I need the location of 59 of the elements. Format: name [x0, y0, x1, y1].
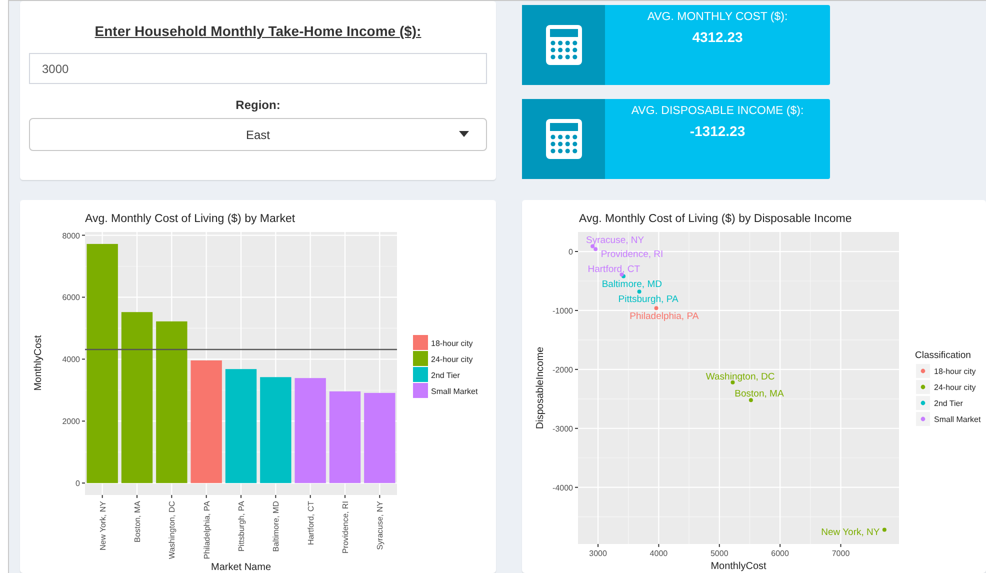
point-label: Philadelphia, PA — [630, 311, 699, 322]
info-value: -1312.23 — [690, 123, 746, 139]
axis-tick-label: 2000 — [62, 417, 80, 426]
axis-tick-label: 7000 — [832, 549, 850, 558]
legend-label: 18-hour city — [431, 339, 473, 348]
axis-tick-label: 0 — [76, 479, 80, 488]
axis-title: MonthlyCost — [710, 561, 766, 572]
legend-label: 18-hour city — [934, 367, 976, 376]
point-label: New York, NY — [821, 526, 880, 538]
info-value: 4312.23 — [692, 29, 743, 45]
point-label: Providence, RI — [600, 249, 664, 260]
info-title: AVG. MONTHLY COST ($): — [647, 11, 788, 23]
legend-label: 24-hour city — [431, 355, 473, 364]
info-title: AVG. DISPOSABLE INCOME ($): — [631, 105, 804, 117]
axis-tick-label: -2000 — [552, 365, 573, 374]
point-label: Pittsburgh, PA — [618, 294, 678, 306]
calculator-icon — [544, 118, 582, 160]
axis-tick-label: Boston, MA — [133, 501, 142, 542]
point-label: Washington, DC — [706, 371, 775, 382]
axis-tick-label: Washington, DC — [168, 501, 177, 559]
legend-label: 2nd Tier — [431, 371, 460, 380]
axis-tick-label: Hartford, CT — [306, 501, 316, 546]
axis-tick-label: -1000 — [552, 306, 573, 316]
axis-tick-label: Philadelphia, PA — [202, 501, 212, 560]
caret-icon — [459, 131, 469, 137]
income-input-field[interactable]: 3000 — [29, 53, 487, 84]
point-label: Baltimore, MD — [602, 279, 662, 290]
income-heading: Enter Household Monthly Take-Home Income ($): — [94, 23, 422, 39]
axis-tick-label: Providence, RI — [341, 501, 350, 554]
axis-tick-label: 6000 — [771, 549, 789, 558]
axis-tick-label: New York, NY — [98, 501, 108, 550]
legend-label: Small Market — [934, 415, 981, 424]
axis-tick-label: Pittsburgh, PA — [237, 501, 246, 552]
region-label: Region: — [234, 98, 282, 112]
legend-label: 2nd Tier — [934, 399, 963, 408]
legend-label: Small Market — [431, 387, 478, 396]
axis-tick-label: -4000 — [552, 483, 573, 492]
axis-tick-label: 5000 — [710, 549, 728, 558]
axis-tick-label: Baltimore, MD — [272, 501, 281, 552]
axis-tick-label: Syracuse, NY — [376, 501, 385, 550]
point-label: Hartford, CT — [588, 264, 640, 276]
chart-title: Avg. Monthly Cost of Living ($) by Market — [85, 213, 296, 225]
point-label: Syracuse, NY — [586, 235, 644, 246]
legend-label: 24-hour city — [934, 383, 976, 392]
axis-title: Market Name — [211, 562, 271, 573]
legend-title: Classification — [915, 350, 971, 361]
axis-tick-label: 6000 — [62, 293, 80, 302]
axis-tick-label: 3000 — [589, 549, 607, 558]
axis-tick-label: 8000 — [62, 231, 80, 240]
point-label: Boston, MA — [734, 388, 784, 400]
axis-title: DisposableIncome — [535, 346, 546, 430]
axis-tick-label: -3000 — [552, 424, 573, 434]
axis-tick-label: 4000 — [62, 355, 80, 364]
chart-title: Avg. Monthly Cost of Living ($) by Disposable Income — [579, 213, 852, 225]
axis-tick-label: 0 — [568, 248, 573, 257]
axis-tick-label: 4000 — [650, 549, 668, 558]
axis-title: MonthlyCost — [33, 335, 44, 391]
region-select[interactable]: East — [29, 118, 487, 151]
calculator-icon — [544, 24, 582, 66]
